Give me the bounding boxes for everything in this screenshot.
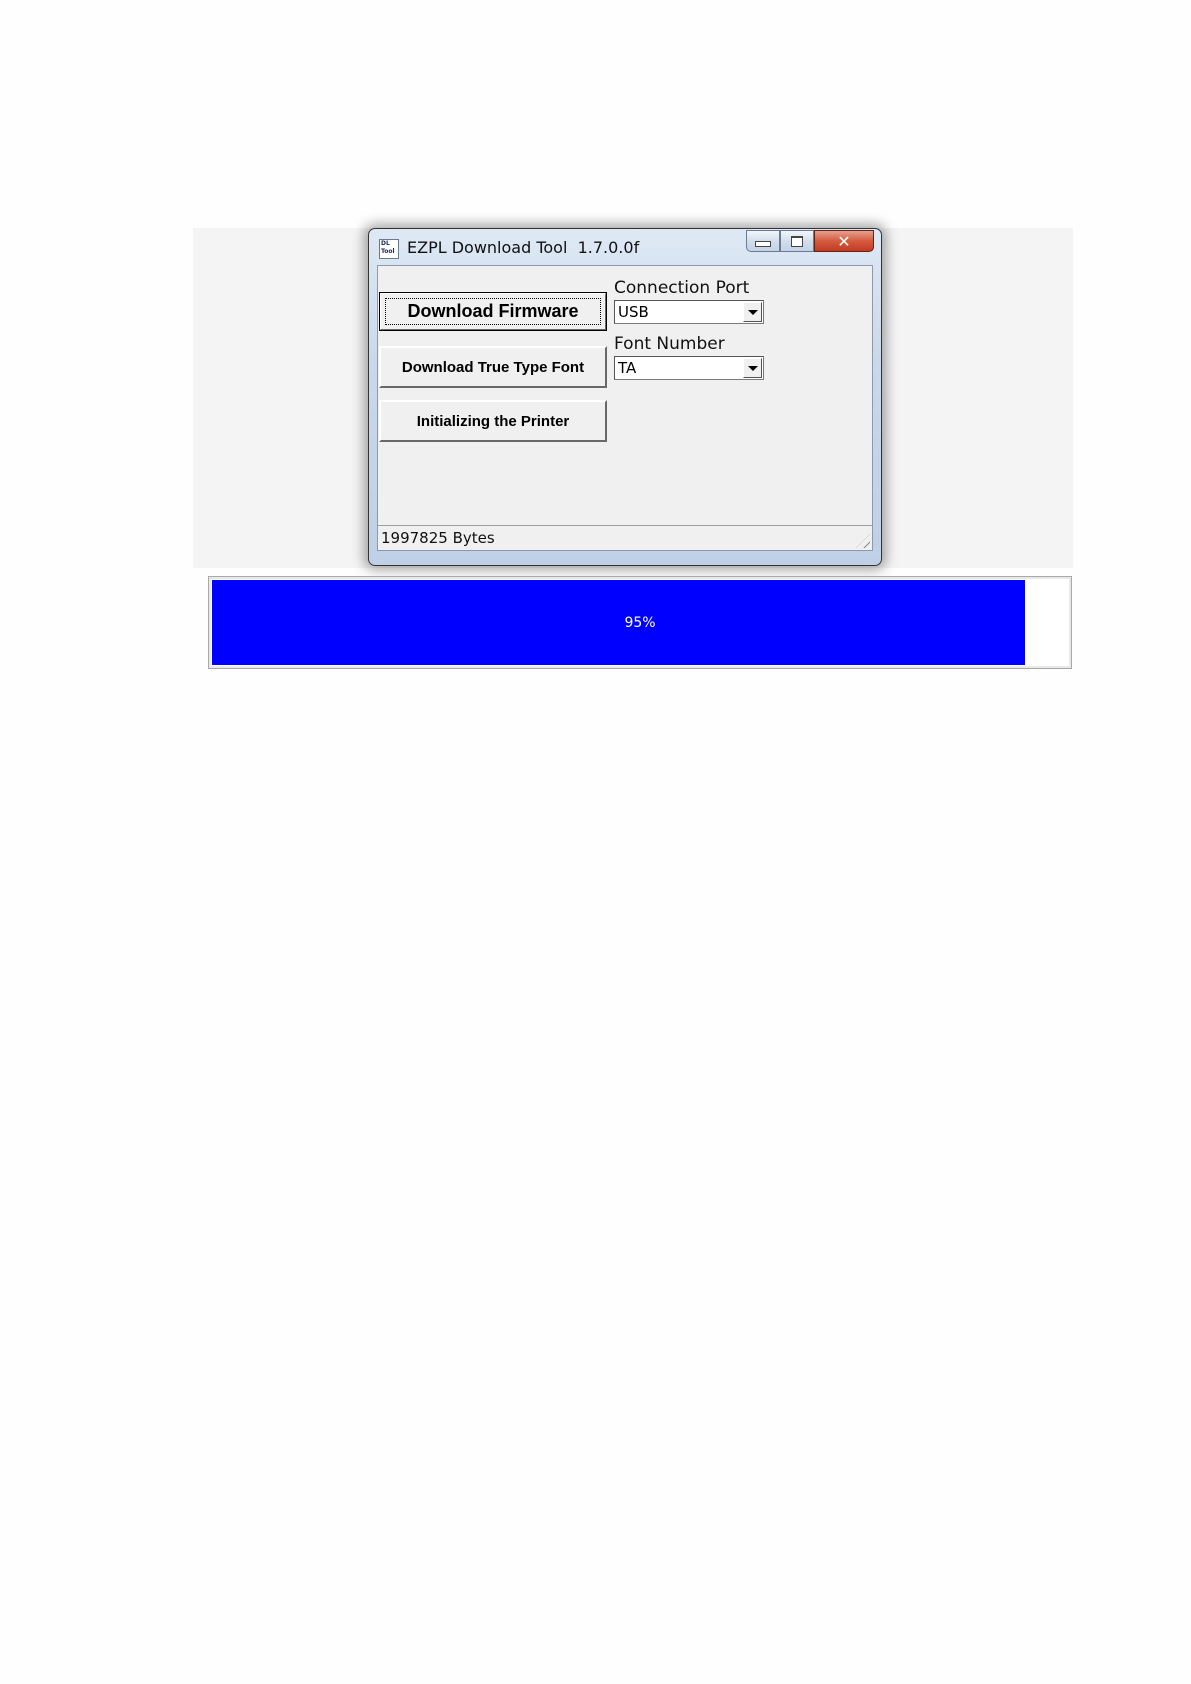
font-number-value: TA [618, 359, 637, 377]
download-true-type-font-button[interactable]: Download True Type Font [379, 346, 607, 388]
progress-bar: 95% [208, 576, 1072, 669]
download-firmware-button[interactable]: Download Firmware [379, 292, 607, 331]
chevron-down-icon [747, 365, 758, 371]
font-number-dropdown-button[interactable] [743, 358, 762, 378]
connection-port-dropdown-button[interactable] [743, 302, 762, 322]
connection-port-label: Connection Port [614, 278, 750, 298]
initializing-printer-button[interactable]: Initializing the Printer [379, 400, 607, 442]
client-area: Download Firmware Download True Type Fon… [377, 265, 873, 551]
progress-label: 95% [624, 614, 656, 631]
status-bar: 1997825 Bytes [378, 525, 872, 550]
maximize-button[interactable] [780, 230, 814, 252]
focus-rect [385, 298, 601, 325]
app-window: DL Tool EZPL Download Tool 1.7.0.0f ✕ Do… [368, 228, 882, 566]
close-icon: ✕ [837, 231, 851, 251]
font-number-select[interactable]: TA [614, 356, 764, 380]
maximize-icon [791, 235, 803, 247]
font-number-label: Font Number [614, 334, 725, 354]
caption-buttons: ✕ [746, 230, 874, 252]
resize-grip-icon[interactable] [856, 534, 870, 548]
status-text: 1997825 Bytes [381, 529, 495, 547]
close-button[interactable]: ✕ [814, 230, 874, 252]
chevron-down-icon [747, 309, 758, 315]
title-bar[interactable]: DL Tool EZPL Download Tool 1.7.0.0f ✕ [369, 229, 881, 265]
init-printer-label: Initializing the Printer [416, 412, 570, 430]
connection-port-select[interactable]: USB [614, 300, 764, 324]
minimize-button[interactable] [746, 230, 780, 252]
window-title: EZPL Download Tool 1.7.0.0f [407, 238, 640, 257]
minimize-icon [755, 241, 771, 247]
app-icon[interactable]: DL Tool [379, 239, 399, 259]
download-ttf-label: Download True Type Font [401, 358, 585, 376]
connection-port-value: USB [618, 303, 649, 321]
